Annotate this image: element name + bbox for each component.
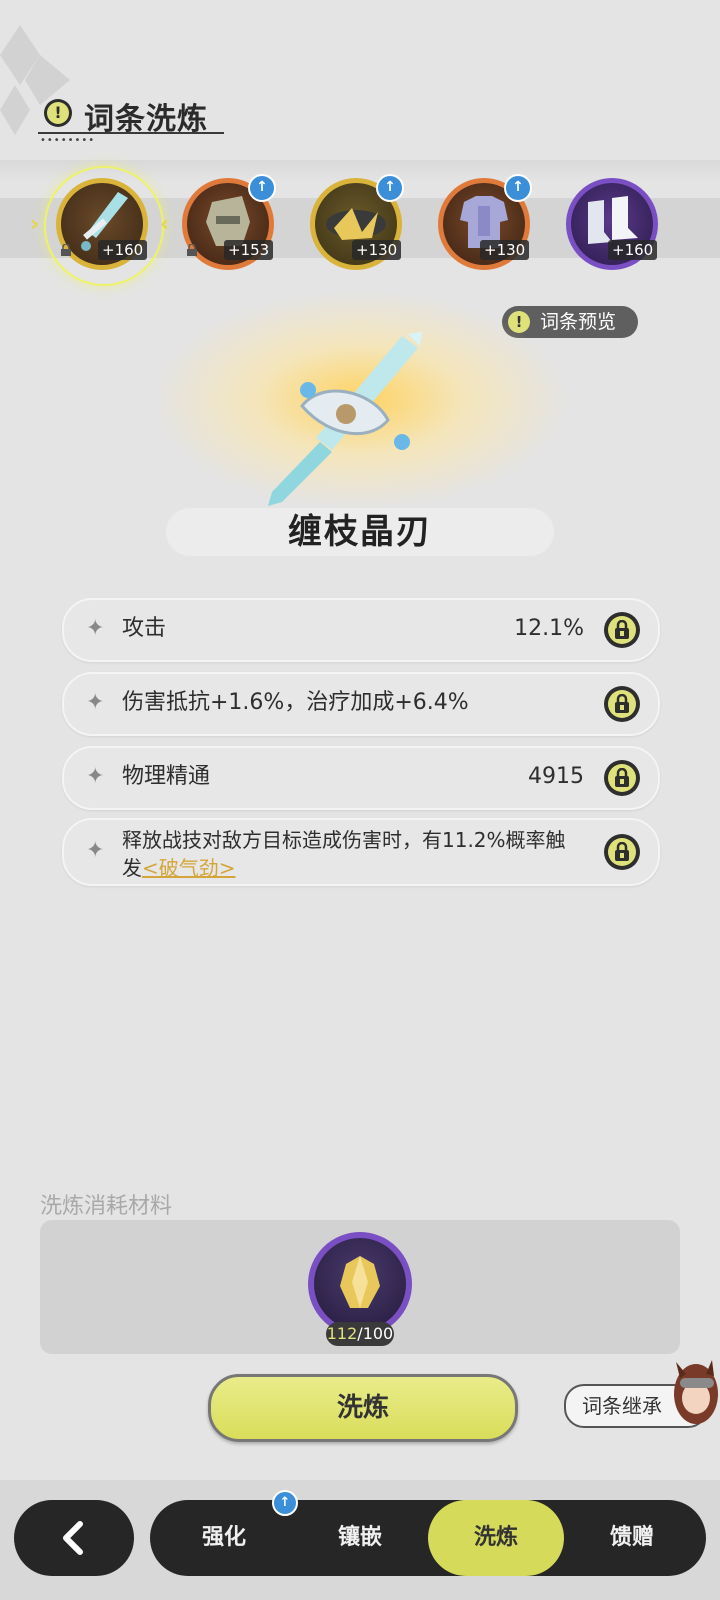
stat-label: 攻击 [122,616,167,641]
stat-row: ✦ 物理精通 4915 [62,746,660,810]
lock-toggle-icon[interactable] [604,612,640,648]
skill-link[interactable]: <破气劲> [142,856,236,880]
sparkle-icon: ✦ [86,838,105,863]
stat-row: ✦ 攻击 12.1% [62,598,660,662]
refine-button[interactable]: 洗炼 [208,1374,518,1442]
equip-level: +160 [608,240,658,260]
selection-arrow-right-icon: ‹ [160,212,170,237]
exclamation-icon[interactable]: ! [44,99,72,127]
tab-gift[interactable]: 馈赠 [564,1500,700,1576]
item-name: 缠枝晶刃 [288,512,432,552]
lock-icon [61,244,71,256]
equip-slot-boots[interactable]: +160 [566,178,658,270]
sparkle-icon: ✦ [86,764,105,789]
material-have: 112 [326,1324,358,1343]
sword-icon [268,332,422,506]
stat-label: 物理精通 [122,764,211,789]
entry-preview-label: 词条预览 [540,311,617,333]
inherit-entries-label: 词条继承 [582,1394,662,1418]
upgrade-arrow-icon: ↑ [504,174,532,202]
lock-toggle-icon[interactable] [604,760,640,796]
upgrade-arrow-icon: ↑ [376,174,404,202]
tab-inlay[interactable]: 镶嵌 [292,1500,428,1576]
chevron-left-icon [63,1521,83,1555]
title-dots: •••••••• [40,135,96,146]
tab-enhance[interactable]: 强化 [156,1500,292,1576]
stat-label: 释放战技对敌方目标造成伤害时，有11.2%概率触发<破气劲> [122,826,582,882]
material-item[interactable] [308,1232,412,1336]
tab-refine[interactable]: 洗炼 [428,1500,564,1576]
lock-icon [187,244,197,256]
equip-slot-helmet[interactable]: ↑ +153 [182,174,276,270]
character-avatar[interactable] [662,1348,720,1430]
refine-button-label: 洗炼 [336,1393,389,1423]
back-button[interactable] [14,1500,134,1576]
material-need: /100 [357,1324,394,1343]
lock-toggle-icon[interactable] [604,834,640,870]
stat-value: 4915 [528,764,584,789]
equip-level: +130 [480,240,530,260]
equip-level: +160 [98,240,148,260]
equip-slot-armor[interactable]: ↑ +130 [438,174,532,270]
material-count: 112/100 [326,1322,394,1346]
equip-level: +153 [224,240,274,260]
selection-arrow-left-icon: › [30,212,40,237]
crystal-icon [340,1256,380,1308]
stat-row: ✦ 伤害抵抗+1.6%，治疗加成+6.4% [62,672,660,736]
title-underline [38,132,224,134]
equip-slot-gauntlet[interactable]: ↑ +130 [310,174,404,270]
equip-slot-sword[interactable]: +160 [56,178,148,270]
sparkle-icon: ✦ [86,616,105,641]
sparkle-icon: ✦ [86,690,105,715]
stat-row: ✦ 释放战技对敌方目标造成伤害时，有11.2%概率触发<破气劲> [62,818,660,886]
lock-toggle-icon[interactable] [604,686,640,722]
equip-level: +130 [352,240,402,260]
stat-value: 12.1% [514,616,584,641]
stat-label: 伤害抵抗+1.6%，治疗加成+6.4% [122,690,469,715]
materials-title: 洗炼消耗材料 [40,1194,173,1219]
upgrade-arrow-icon: ↑ [248,174,276,202]
